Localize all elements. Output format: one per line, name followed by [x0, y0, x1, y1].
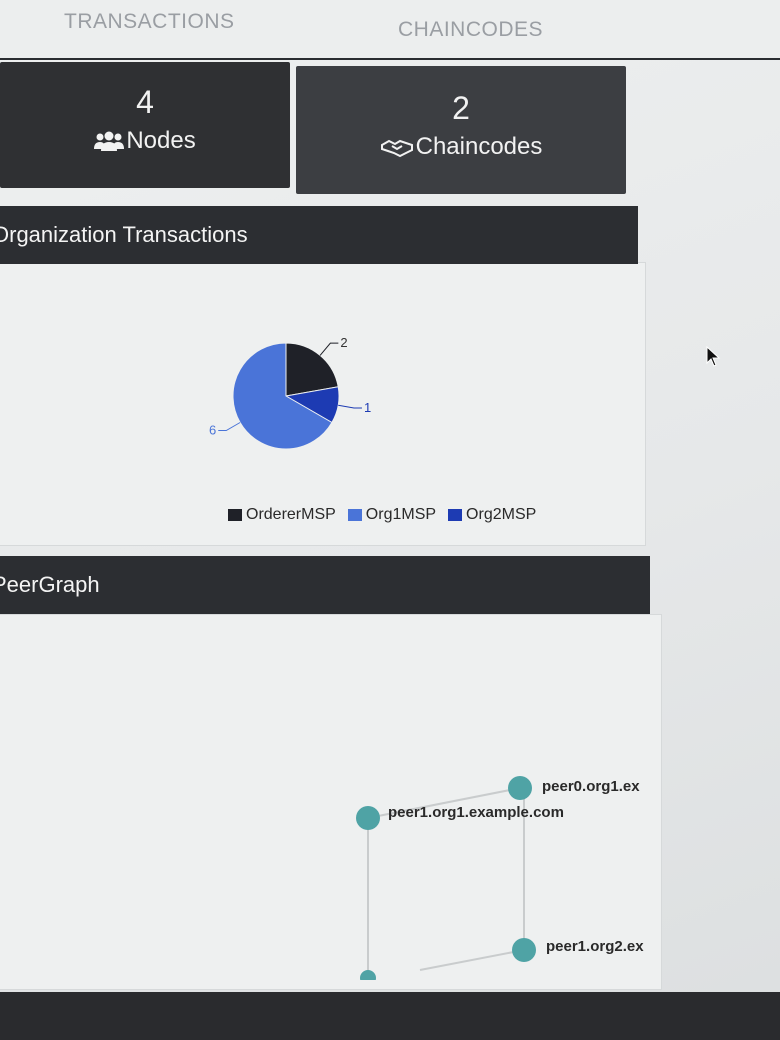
handshake-icon: [380, 139, 413, 158]
legend-item[interactable]: Org2MSP: [448, 506, 536, 524]
chaincodes-label-row: Chaincodes: [296, 133, 626, 161]
legend-swatch: [347, 509, 362, 521]
legend-swatch: [448, 509, 463, 521]
nodes-label-row: Nodes: [0, 127, 290, 155]
pie-leader-line: [319, 342, 339, 356]
legend-label: Org2MSP: [466, 506, 537, 523]
graph-edge: [419, 949, 525, 971]
pie-data-label: 2: [340, 335, 347, 350]
legend-item[interactable]: Org1MSP: [347, 506, 437, 524]
screen-bezel: [0, 992, 780, 1040]
chaincodes-label: Chaincodes: [415, 133, 543, 160]
peer-node-label: peer0.org1.ex: [542, 778, 640, 795]
peer-graph-header: PeerGraph: [0, 556, 650, 614]
peer-node-partial[interactable]: [360, 970, 376, 980]
chaincodes-stat-card[interactable]: 2 Chaincodes: [296, 66, 626, 194]
nodes-stat-card[interactable]: 4 Nodes: [0, 62, 290, 188]
nodes-label: Nodes: [126, 127, 196, 154]
peer-graph-panel: [0, 614, 662, 990]
nodes-count: 4: [136, 84, 154, 120]
peer-graph-title: PeerGraph: [0, 572, 100, 597]
chaincodes-count: 2: [452, 90, 470, 126]
pie-leader-line: [218, 422, 241, 431]
org-transactions-pie-chart: 2 6 1: [209, 335, 371, 450]
top-navigation: TRANSACTIONS CHAINCODES: [0, 0, 780, 60]
peer-node-label: peer1.org1.example.com: [388, 804, 564, 821]
legend-label: Org1MSP: [365, 506, 437, 523]
pie-legend: OrdererMSP Org1MSP Org2MSP: [228, 506, 536, 524]
tab-transactions[interactable]: TRANSACTIONS: [64, 10, 235, 34]
users-icon: [94, 131, 125, 151]
legend-swatch: [228, 509, 242, 521]
peer-graph: [356, 776, 536, 980]
pie-data-label: 1: [364, 400, 371, 415]
organization-transactions-header: Organization Transactions: [0, 206, 638, 264]
tab-chaincodes[interactable]: CHAINCODES: [398, 18, 543, 42]
organization-transactions-title: Organization Transactions: [0, 222, 248, 247]
legend-label: OrdererMSP: [246, 506, 336, 523]
mouse-cursor-icon: [706, 346, 721, 367]
peer-node-peer1-org1[interactable]: [356, 806, 380, 830]
peer-node-peer0-org1[interactable]: [508, 776, 532, 800]
legend-item[interactable]: OrdererMSP: [228, 506, 336, 524]
app-page: TRANSACTIONS CHAINCODES 4 Nodes 2 Chainc…: [0, 0, 780, 1040]
pie-data-label: 6: [209, 423, 216, 438]
pie-leader-line: [338, 404, 362, 409]
peer-node-peer1-org2[interactable]: [512, 938, 536, 962]
peer-node-label: peer1.org2.ex: [546, 938, 644, 955]
